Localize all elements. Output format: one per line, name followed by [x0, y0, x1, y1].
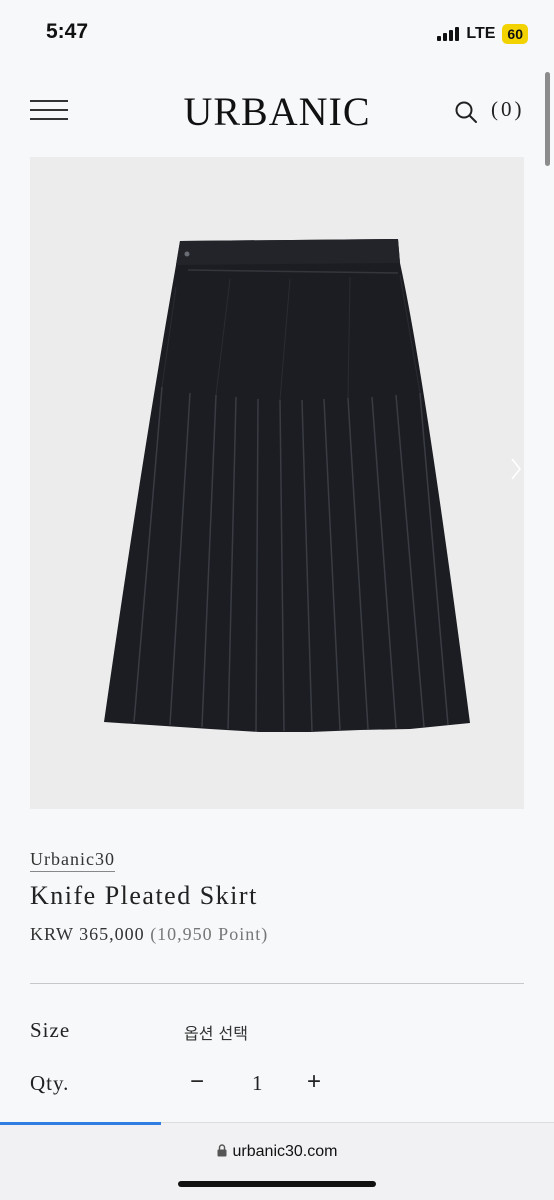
battery-icon: 60 — [502, 24, 528, 44]
quantity-value[interactable]: 1 — [252, 1071, 263, 1096]
search-icon[interactable] — [454, 100, 478, 124]
price-value: KRW 365,000 — [30, 924, 145, 944]
size-label: Size — [30, 1018, 71, 1042]
brand-link[interactable]: Urbanic30 — [30, 849, 115, 872]
network-type: LTE — [466, 25, 496, 42]
price-points: (10,950 Point) — [150, 924, 269, 944]
divider — [30, 983, 524, 984]
product-image[interactable] — [30, 157, 524, 809]
size-select[interactable]: 옵션 선택 — [184, 1020, 248, 1044]
url-text: urbanic30.com — [232, 1143, 338, 1160]
url-display[interactable]: urbanic30.com — [0, 1143, 554, 1162]
page-scrollbar[interactable] — [545, 72, 550, 166]
quantity-increase-button[interactable]: + — [307, 1068, 321, 1096]
page-load-progress — [0, 1122, 161, 1125]
skirt-illustration — [104, 239, 470, 732]
product-title: Knife Pleated Skirt — [30, 881, 258, 910]
signal-icon — [437, 27, 460, 41]
home-indicator — [178, 1181, 376, 1187]
quantity-label: Qty. — [30, 1071, 70, 1095]
cart-count-button[interactable]: (0) — [491, 97, 525, 122]
lock-icon — [217, 1144, 227, 1162]
product-price: KRW 365,000 (10,950 Point) — [30, 924, 268, 945]
status-indicators: LTE 60 — [437, 24, 528, 44]
quantity-decrease-button[interactable]: − — [190, 1068, 204, 1096]
status-time: 5:47 — [46, 20, 89, 43]
site-header: URBANIC (0) — [0, 78, 554, 142]
status-bar: 5:47 LTE 60 — [0, 0, 554, 70]
browser-url-bar[interactable]: urbanic30.com — [0, 1122, 554, 1200]
